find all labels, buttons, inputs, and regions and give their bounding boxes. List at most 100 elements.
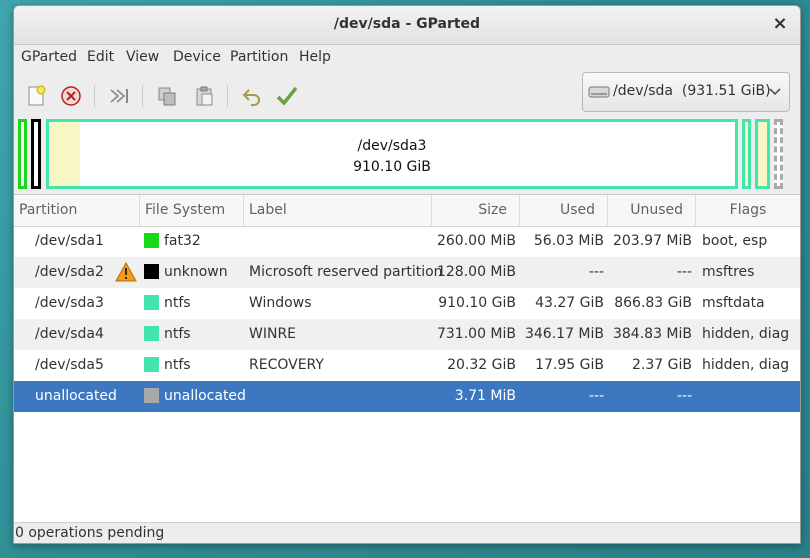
cell-used: 17.95 GiB — [535, 357, 604, 373]
cell-label: Microsoft reserved partition — [249, 264, 443, 280]
close-button[interactable]: × — [770, 14, 790, 34]
partition-table: Partition File System Label Size Used Un… — [14, 194, 800, 523]
filesystem-color-swatch — [144, 264, 159, 279]
warning-icon — [115, 262, 137, 282]
undo-icon — [242, 89, 260, 106]
disk-map-main-name: /dev/sda3 — [357, 138, 427, 154]
disk-map-sda2[interactable] — [31, 119, 41, 189]
cell-filesystem: ntfs — [164, 357, 191, 373]
column-used[interactable]: Used — [520, 195, 608, 226]
new-icon — [28, 85, 46, 106]
cell-partition: /dev/sda4 — [35, 326, 104, 342]
cell-filesystem: fat32 — [164, 233, 201, 249]
cell-unused: --- — [676, 264, 692, 280]
cell-partition: unallocated — [35, 388, 117, 404]
disk-map-sda3[interactable]: /dev/sda3 910.10 GiB — [46, 119, 738, 189]
used-space-bar — [49, 122, 80, 186]
table-row[interactable]: /dev/sda2 unknown Microsoft reserved par… — [14, 257, 800, 288]
cell-flags: hidden, diag — [702, 357, 790, 373]
column-label[interactable]: Label — [244, 195, 432, 226]
cell-used: --- — [588, 388, 604, 404]
menu-edit[interactable]: Edit — [87, 49, 114, 65]
cell-unused: 203.97 MiB — [612, 233, 692, 249]
cell-filesystem: ntfs — [164, 295, 191, 311]
resize-move-button[interactable] — [104, 81, 134, 111]
new-partition-button[interactable] — [21, 81, 51, 111]
menu-device[interactable]: Device — [173, 49, 221, 65]
filesystem-color-swatch — [144, 295, 159, 310]
disk-map-sda5[interactable] — [755, 119, 770, 189]
column-size[interactable]: Size — [432, 195, 520, 226]
disk-map-unallocated[interactable] — [774, 119, 783, 189]
cell-partition: /dev/sda2 — [35, 264, 104, 280]
apply-button[interactable] — [272, 81, 302, 111]
cell-label: RECOVERY — [249, 357, 324, 373]
cell-used: 346.17 MiB — [524, 326, 604, 342]
menu-help[interactable]: Help — [299, 49, 331, 65]
cell-label: Windows — [249, 295, 312, 311]
filesystem-color-swatch — [144, 388, 159, 403]
filesystem-color-swatch — [144, 233, 159, 248]
cell-flags: msftdata — [702, 295, 765, 311]
menu-view[interactable]: View — [126, 49, 159, 65]
table-row[interactable]: /dev/sda4 ntfs WINRE 731.00 MiB 346.17 M… — [14, 319, 800, 350]
cell-flags: hidden, diag — [702, 326, 790, 342]
cell-used: --- — [588, 264, 604, 280]
cell-size: 260.00 MiB — [436, 233, 516, 249]
cell-label: WINRE — [249, 326, 297, 342]
filesystem-color-swatch — [144, 326, 159, 341]
device-selector[interactable]: /dev/sda (931.51 GiB) — [582, 72, 790, 112]
cell-partition: /dev/sda1 — [35, 233, 104, 249]
table-row[interactable]: /dev/sda3 ntfs Windows 910.10 GiB 43.27 … — [14, 288, 800, 319]
cell-size: 20.32 GiB — [447, 357, 516, 373]
column-unused[interactable]: Unused — [608, 195, 696, 226]
cell-filesystem: ntfs — [164, 326, 191, 342]
copy-icon — [158, 87, 176, 106]
column-partition[interactable]: Partition — [14, 195, 140, 226]
cell-unused: --- — [676, 388, 692, 404]
disk-map-main-size: 910.10 GiB — [353, 159, 431, 175]
device-label: /dev/sda (931.51 GiB) — [613, 83, 771, 99]
filesystem-color-swatch — [144, 357, 159, 372]
cell-flags: boot, esp — [702, 233, 768, 249]
column-flags[interactable]: Flags — [696, 195, 800, 226]
cell-size: 128.00 MiB — [436, 264, 516, 280]
cell-partition: /dev/sda3 — [35, 295, 104, 311]
toolbar-separator — [94, 85, 95, 107]
cell-size: 910.10 GiB — [438, 295, 516, 311]
menu-partition[interactable]: Partition — [230, 49, 288, 65]
title-bar: /dev/sda - GParted × — [14, 6, 800, 45]
delete-partition-button[interactable] — [56, 81, 86, 111]
gparted-window: /dev/sda - GParted × GParted Edit View D… — [13, 5, 801, 544]
paste-icon — [196, 86, 213, 106]
disk-map-sda1[interactable] — [18, 119, 27, 189]
table-row-selected[interactable]: unallocated unallocated 3.71 MiB --- --- — [14, 381, 800, 412]
table-row[interactable]: /dev/sda5 ntfs RECOVERY 20.32 GiB 17.95 … — [14, 350, 800, 381]
cell-used: 43.27 GiB — [535, 295, 604, 311]
cell-filesystem: unallocated — [164, 388, 246, 404]
cell-unused: 2.37 GiB — [632, 357, 692, 373]
window-title: /dev/sda - GParted — [333, 16, 481, 32]
cell-partition: /dev/sda5 — [35, 357, 104, 373]
paste-button[interactable] — [189, 81, 219, 111]
toolbar-separator — [142, 85, 143, 107]
status-bar: 0 operations pending — [14, 522, 800, 543]
cell-size: 731.00 MiB — [436, 326, 516, 342]
menu-gparted[interactable]: GParted — [21, 49, 77, 65]
cell-unused: 866.83 GiB — [614, 295, 692, 311]
status-text: 0 operations pending — [15, 525, 165, 541]
resize-move-icon — [110, 89, 128, 103]
cell-used: 56.03 MiB — [533, 233, 604, 249]
undo-button[interactable] — [237, 81, 267, 111]
disk-map-sda4[interactable] — [742, 119, 751, 189]
copy-button[interactable] — [152, 81, 182, 111]
menu-bar: GParted Edit View Device Partition Help — [14, 45, 800, 71]
table-header: Partition File System Label Size Used Un… — [14, 195, 800, 227]
column-filesystem[interactable]: File System — [140, 195, 244, 226]
cell-unused: 384.83 MiB — [612, 326, 692, 342]
apply-icon — [276, 86, 298, 106]
table-row[interactable]: /dev/sda1 fat32 260.00 MiB 56.03 MiB 203… — [14, 226, 800, 257]
cell-filesystem: unknown — [164, 264, 228, 280]
disk-map: /dev/sda3 910.10 GiB — [18, 119, 790, 189]
toolbar-separator — [227, 85, 228, 107]
